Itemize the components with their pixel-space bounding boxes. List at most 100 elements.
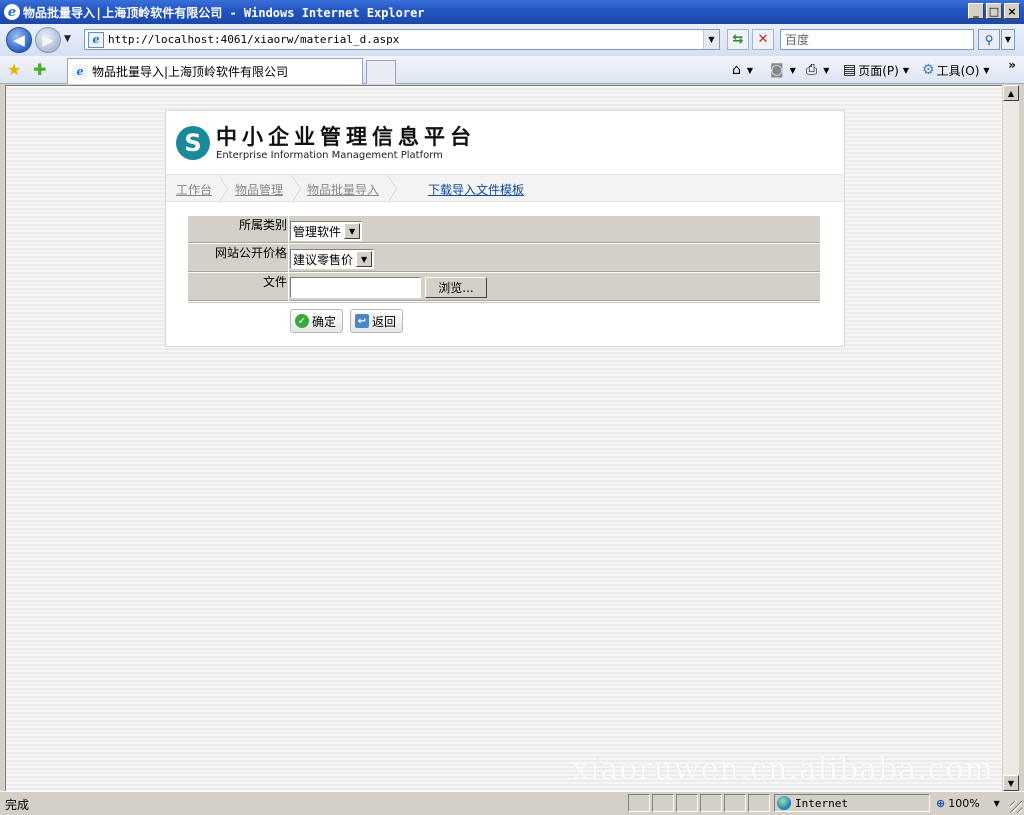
back-return-button[interactable]: ↩ 返回 (350, 309, 404, 333)
refresh-icon: ⇆ (732, 32, 744, 47)
stop-icon: ✕ (757, 32, 769, 47)
new-tab-button[interactable] (366, 60, 396, 84)
forward-button[interactable]: ▶ (35, 27, 61, 53)
maximize-button[interactable]: □ (986, 3, 1002, 19)
home-button[interactable]: ⌂ ▼ (732, 60, 753, 80)
form-row-file: 文件 浏览... (188, 272, 820, 301)
breadcrumb-separator (291, 175, 302, 203)
print-icon: ⎙ (806, 62, 818, 78)
forward-arrow-icon: ▶ (42, 31, 54, 49)
confirm-button-label: 确定 (312, 314, 337, 329)
chevron-down-icon[interactable]: ▼ (356, 251, 373, 267)
chevron-down-icon[interactable]: ▼ (344, 223, 361, 239)
home-icon: ⌂ (732, 62, 741, 78)
zoom-control[interactable]: ⊕ 100% ▼ (936, 794, 1006, 812)
address-url[interactable]: http://localhost:4061/xiaorw/material_d.… (108, 33, 703, 46)
tab-toolbar: ★ ✚ e 物品批量导入|上海顶岭软件有限公司 ⌂ ▼ ◙ ▼ ⎙ ▼ ▤ 页面(P) ▼… (0, 56, 1024, 84)
back-arrow-icon: ◀ (13, 31, 25, 49)
status-panel (724, 794, 746, 812)
tab-title: 物品批量导入|上海顶岭软件有限公司 (92, 65, 289, 79)
import-form: 所属类别 管理软件 ▼ 网站公开价格 建议零售价 ▼ 文件 浏览... (188, 214, 820, 303)
address-dropdown[interactable]: ▼ (703, 30, 719, 49)
status-panel (676, 794, 698, 812)
page-menu-label: 页面(P) (858, 63, 899, 78)
breadcrumb-batch-import[interactable]: 物品批量导入 (307, 181, 379, 198)
confirm-button[interactable]: ✓ 确定 (290, 309, 344, 333)
status-bar: 完成 Internet ⊕ 100% ▼ (0, 791, 1024, 815)
form-divider (288, 244, 289, 272)
toolbar-overflow-chevron[interactable]: » (1008, 58, 1016, 72)
back-button-label: 返回 (372, 314, 397, 329)
tab-page-icon: e (72, 63, 88, 80)
recent-pages-dropdown[interactable]: ▼ (64, 34, 71, 44)
resize-grip[interactable] (1010, 801, 1022, 813)
tools-gear-icon: ⚙ (922, 62, 935, 78)
breadcrumb-item-management[interactable]: 物品管理 (235, 181, 283, 198)
address-toolbar: ◀ ▶ ▼ e http://localhost:4061/xiaorw/mat… (0, 24, 1024, 56)
form-row-category: 所属类别 管理软件 ▼ (188, 214, 820, 244)
print-button[interactable]: ⎙ ▼ (806, 60, 829, 80)
page-icon: e (88, 31, 104, 48)
search-input[interactable]: 百度 (780, 29, 974, 50)
breadcrumb-workbench[interactable]: 工作台 (176, 181, 212, 198)
return-icon: ↩ (355, 314, 369, 328)
price-label: 网站公开价格 (214, 246, 287, 260)
tools-menu[interactable]: ⚙ 工具(O) ▼ (922, 60, 990, 80)
search-icon: ⚲ (984, 32, 994, 47)
window-titlebar: e 物品批量导入|上海顶岭软件有限公司 - Windows Internet E… (0, 0, 1024, 24)
favorites-star-icon[interactable]: ★ (7, 60, 21, 79)
file-label: 文件 (262, 275, 287, 289)
site-logo: S 中小企业管理信息平台 Enterprise Information Mana… (176, 123, 476, 163)
price-select-value: 建议零售价 (293, 252, 354, 267)
scroll-down-button[interactable]: ▼ (1003, 775, 1019, 791)
ie-logo-icon: e (4, 4, 20, 20)
zoom-icon: ⊕ (936, 796, 946, 810)
watermark: xiaoruwen.cn.alibaba.com (571, 752, 994, 787)
close-button[interactable]: × (1004, 3, 1020, 19)
status-text: 完成 (5, 798, 30, 812)
breadcrumb-separator (218, 175, 229, 203)
search-placeholder: 百度 (785, 33, 810, 47)
tab-current[interactable]: e 物品批量导入|上海顶岭软件有限公司 (67, 58, 363, 84)
category-label: 所属类别 (238, 218, 287, 232)
scroll-up-button[interactable]: ▲ (1003, 85, 1019, 101)
category-select-value: 管理软件 (293, 224, 342, 239)
page-menu[interactable]: ▤ 页面(P) ▼ (843, 60, 909, 80)
form-divider (288, 273, 289, 301)
zoom-level: 100% (948, 796, 980, 810)
window-title: 物品批量导入|上海顶岭软件有限公司 - Windows Internet Exp… (23, 5, 425, 20)
security-zone[interactable]: Internet (774, 794, 930, 812)
logo-title-cn: 中小企业管理信息平台 (216, 124, 476, 149)
download-template-link[interactable]: 下载导入文件模板 (428, 181, 524, 198)
file-path-input[interactable] (290, 277, 421, 298)
breadcrumb: 工作台 物品管理 物品批量导入 下载导入文件模板 (166, 174, 844, 203)
vertical-scrollbar[interactable]: ▲ ▼ (1002, 85, 1019, 791)
address-bar[interactable]: e http://localhost:4061/xiaorw/material_… (84, 29, 720, 50)
category-select[interactable]: 管理软件 ▼ (290, 221, 363, 241)
minimize-button[interactable]: _ (968, 3, 984, 19)
chevron-down-icon[interactable]: ▼ (994, 799, 1000, 808)
tools-menu-label: 工具(O) (936, 63, 980, 78)
browse-button[interactable]: 浏览... (425, 277, 487, 298)
logo-title-en: Enterprise Information Management Platfo… (216, 150, 443, 161)
form-row-price: 网站公开价格 建议零售价 ▼ (188, 243, 820, 272)
logo-mark: S (176, 126, 210, 160)
refresh-button[interactable]: ⇆ (727, 29, 749, 50)
stop-button[interactable]: ✕ (752, 29, 774, 50)
form-divider (288, 216, 289, 244)
search-button[interactable]: ⚲ (978, 29, 1000, 50)
form-bottom-border (188, 301, 820, 303)
search-options-dropdown[interactable]: ▼ (1001, 29, 1015, 50)
main-panel: S 中小企业管理信息平台 Enterprise Information Mana… (165, 110, 845, 347)
back-button[interactable]: ◀ (6, 27, 32, 53)
add-favorites-icon[interactable]: ✚ (33, 60, 46, 79)
status-panel (748, 794, 770, 812)
price-select[interactable]: 建议零售价 ▼ (290, 249, 375, 269)
feeds-button[interactable]: ◙ ▼ (770, 60, 796, 80)
feeds-icon: ◙ (770, 62, 784, 78)
zone-label: Internet (795, 796, 848, 810)
status-panel (652, 794, 674, 812)
status-panel (700, 794, 722, 812)
page-menu-icon: ▤ (843, 62, 857, 78)
check-icon: ✓ (295, 314, 309, 328)
